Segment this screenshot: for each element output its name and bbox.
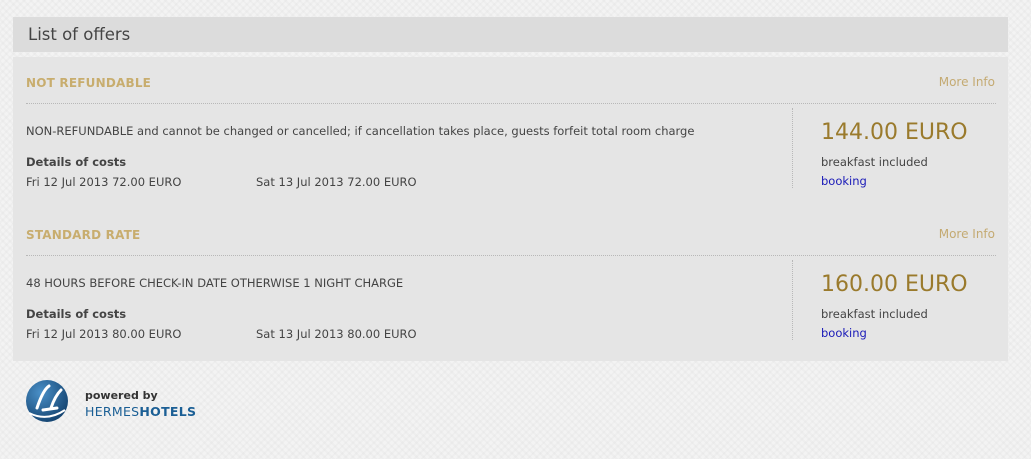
costs-label: Details of costs (26, 155, 127, 169)
brand-name: HERMESHOTELS (85, 404, 196, 419)
vertical-divider (792, 108, 793, 188)
brand-name-part2: HOTELS (139, 404, 197, 419)
offer-card: STANDARD RATE More Info 48 HOURS BEFORE … (13, 209, 1008, 357)
cost-day-2: Sat 13 Jul 2013 80.00 EURO (256, 327, 417, 341)
cost-day-2: Sat 13 Jul 2013 72.00 EURO (256, 175, 417, 189)
booking-link[interactable]: booking (821, 174, 867, 188)
brand-name-part1: HERMES (85, 404, 140, 419)
offer-description: 48 HOURS BEFORE CHECK-IN DATE OTHERWISE … (26, 276, 404, 290)
powered-by-logo[interactable]: powered by HERMESHOTELS (23, 378, 243, 426)
cost-day-1: Fri 12 Jul 2013 80.00 EURO (26, 327, 182, 341)
offer-card: NOT REFUNDABLE More Info NON-REFUNDABLE … (13, 57, 1008, 205)
board-info: breakfast included (821, 155, 928, 169)
more-info-link[interactable]: More Info (939, 75, 995, 89)
offers-list: NOT REFUNDABLE More Info NON-REFUNDABLE … (13, 57, 1008, 361)
board-info: breakfast included (821, 307, 928, 321)
cost-day-1: Fri 12 Jul 2013 72.00 EURO (26, 175, 182, 189)
offer-title: NOT REFUNDABLE (26, 76, 152, 90)
offer-title: STANDARD RATE (26, 228, 141, 242)
hermes-hotels-logo-icon (23, 378, 73, 425)
offers-header: List of offers (13, 17, 1008, 52)
page-title: List of offers (28, 25, 131, 44)
costs-label: Details of costs (26, 307, 127, 321)
more-info-link[interactable]: More Info (939, 227, 995, 241)
offer-description: NON-REFUNDABLE and cannot be changed or … (26, 124, 695, 138)
offer-price: 144.00 EURO (821, 120, 968, 145)
divider (26, 103, 996, 104)
divider (26, 255, 996, 256)
powered-by-label: powered by (85, 389, 158, 402)
offer-price: 160.00 EURO (821, 272, 968, 297)
booking-link[interactable]: booking (821, 326, 867, 340)
vertical-divider (792, 260, 793, 340)
